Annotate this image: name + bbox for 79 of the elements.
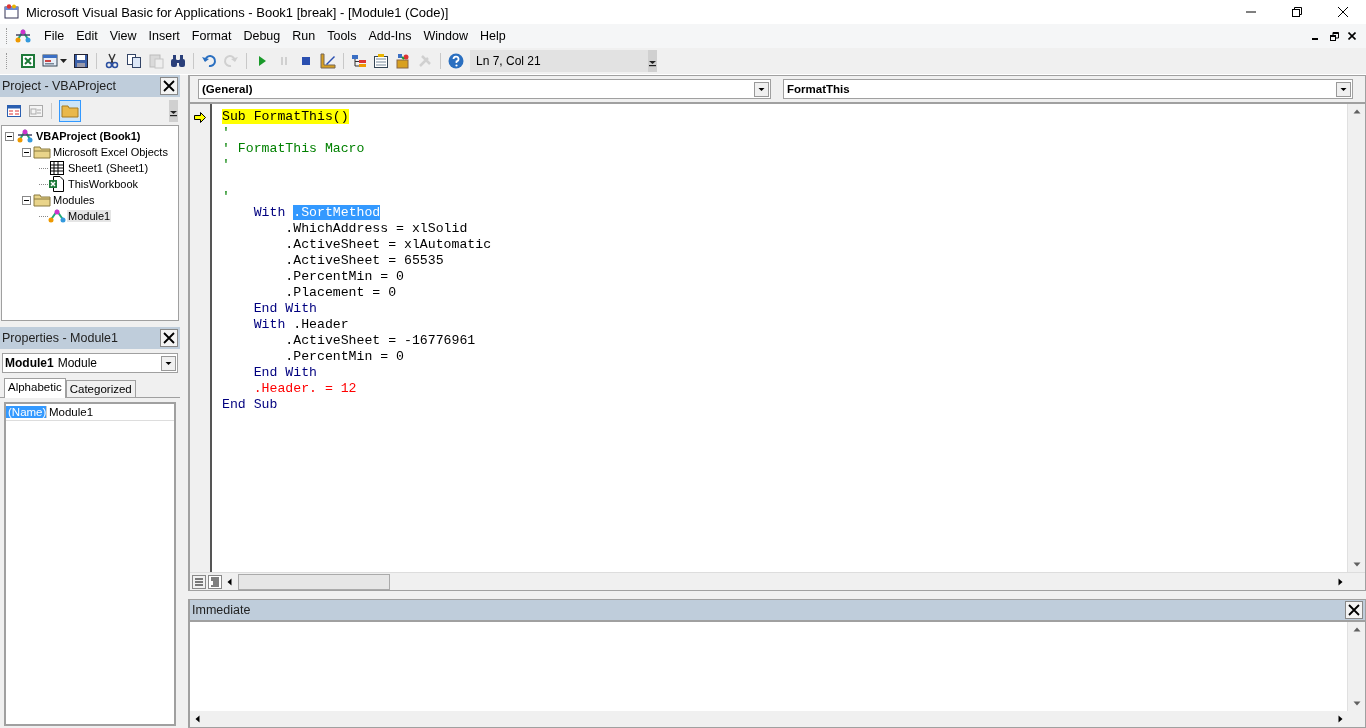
code-line: .ActiveSheet = xlAutomatic (284, 237, 493, 253)
code-line: .PercentMin = 0 (284, 349, 406, 365)
collapse-icon[interactable] (22, 147, 31, 157)
pane-title: Immediate (192, 603, 251, 617)
close-icon[interactable] (1338, 7, 1348, 17)
code-line: End With (252, 301, 318, 317)
code-line: ' (222, 125, 231, 141)
code-dropdown[interactable]: (General) (198, 79, 771, 99)
project-tree-icon[interactable] (351, 53, 367, 69)
tree-item[interactable]: VBAProject (Book1) (35, 130, 142, 142)
menu-item[interactable]: Help (473, 29, 512, 43)
pane-title: Project - VBAProject (2, 79, 116, 93)
caret-icon[interactable] (60, 59, 67, 63)
code-line: With .SortMethod (252, 205, 382, 221)
code-line: .Placement = 0 (284, 285, 398, 301)
worksheet-icon (48, 159, 66, 177)
toolbar-options-icon[interactable] (648, 50, 657, 72)
scissors-icon[interactable] (104, 53, 120, 69)
tree-item[interactable]: ThisWorkbook (67, 178, 140, 190)
properties-tab[interactable]: Categorized (65, 380, 136, 397)
properties-tab[interactable]: Alphabetic (4, 378, 66, 398)
app-icon (4, 4, 20, 20)
menu-item[interactable]: Insert (142, 29, 186, 43)
scroll-thumb[interactable] (238, 573, 390, 590)
code-line: ' (222, 157, 231, 173)
code-line: .ActiveSheet = 65535 (284, 253, 445, 269)
undo-icon[interactable] (201, 53, 217, 69)
vertical-scrollbar[interactable] (1347, 622, 1365, 711)
property-value[interactable]: Module1 (47, 406, 94, 418)
menu-item[interactable]: Tools (321, 29, 363, 43)
toolbar-options-icon[interactable] (169, 100, 178, 122)
vertical-scrollbar[interactable] (1347, 104, 1365, 572)
binoculars-icon[interactable] (170, 53, 186, 69)
procedure-view-icon[interactable] (192, 574, 206, 589)
code-line: ' FormatThis Macro (222, 141, 366, 157)
ruler-pencil-icon[interactable] (320, 53, 336, 69)
save-icon[interactable] (73, 53, 89, 69)
pane-title: Properties - Module1 (2, 331, 119, 345)
copy-icon[interactable] (126, 53, 142, 69)
menu-item[interactable]: Format (185, 29, 238, 43)
menu-item[interactable]: File (38, 29, 71, 43)
folder-icon (33, 191, 51, 209)
menu-item[interactable]: Edit (70, 29, 104, 43)
menu-item[interactable]: Window (417, 29, 474, 43)
tree-item[interactable]: Module1 (67, 210, 112, 222)
excel-icon[interactable] (20, 53, 36, 69)
property-sheet-icon[interactable] (373, 53, 389, 69)
vba-logo-icon (14, 27, 32, 45)
menu-item[interactable]: Debug (237, 29, 287, 43)
tree-item[interactable]: Modules (52, 194, 96, 206)
folder-icon (33, 143, 51, 161)
code-line: .PercentMin = 0 (284, 269, 406, 285)
full-module-view-icon[interactable] (208, 574, 222, 589)
menu-item[interactable]: View (103, 29, 143, 43)
code-dropdown[interactable]: FormatThis (783, 79, 1353, 99)
window-title: Microsoft Visual Basic for Applications - Book1 [break] - [Module1 (Code)] (26, 4, 449, 20)
code-line: End Sub (222, 397, 279, 413)
restore-icon[interactable] (1292, 7, 1302, 17)
help-icon[interactable] (448, 53, 464, 69)
code-line: With .Header (252, 317, 350, 333)
module-icon (48, 207, 66, 225)
code-line: .WhichAddress = xlSolid (284, 221, 469, 237)
menu-item[interactable]: Add-Ins (362, 29, 418, 43)
tree-item[interactable]: Sheet1 (Sheet1) (67, 162, 150, 174)
code-line: .ActiveSheet = -16776961 (284, 333, 477, 349)
workbook-icon (48, 175, 66, 193)
code-line: End With (252, 365, 318, 381)
view-code-icon[interactable] (6, 103, 22, 119)
shapes-box-icon[interactable] (395, 53, 411, 69)
form-window-icon[interactable] (42, 53, 58, 69)
cursor-position: Ln 7, Col 21 (470, 50, 648, 72)
collapse-icon[interactable] (22, 195, 31, 205)
tree-item[interactable]: Microsoft Excel Objects (52, 146, 169, 158)
code-line: .Header. = 12 (252, 381, 358, 397)
object-dropdown[interactable]: Module1 Module (2, 353, 178, 373)
collapse-icon[interactable] (5, 131, 14, 141)
menu-item[interactable]: Run (286, 29, 322, 43)
code-line: ' (222, 189, 231, 205)
vba-project-icon (16, 127, 34, 145)
